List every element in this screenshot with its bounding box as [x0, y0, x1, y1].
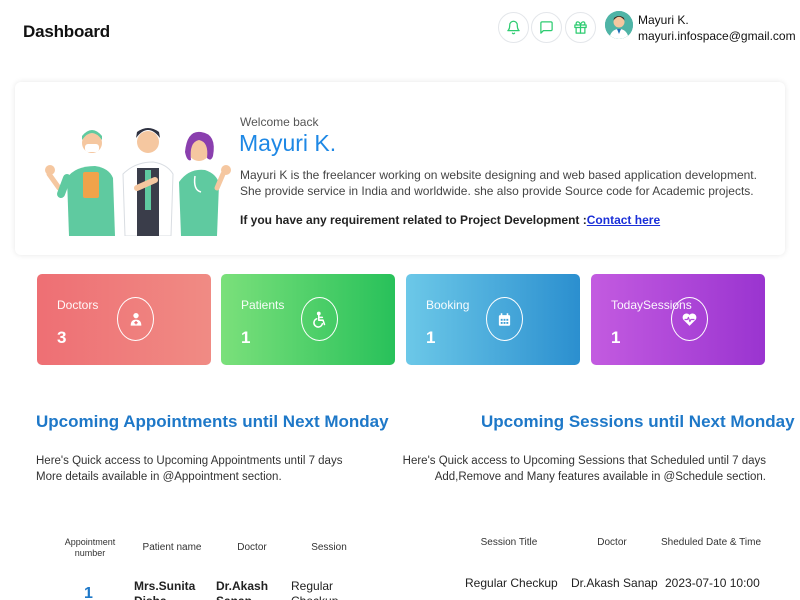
requirement-text: If you have any requirement related to P… [240, 213, 587, 227]
sessions-title: Upcoming Sessions until Next Monday [481, 412, 795, 431]
heart-pulse-icon [682, 312, 697, 326]
user-name: Mayuri K. [638, 13, 689, 27]
messages-button[interactable] [531, 12, 562, 43]
column-header-session-title: Session Title [480, 537, 538, 548]
welcome-greeting: Welcome back [240, 115, 319, 129]
stat-card-doctors[interactable]: Doctors 3 [37, 274, 211, 365]
gifts-button[interactable] [565, 12, 596, 43]
sessions-desc-line: Here's Quick access to Upcoming Sessions… [402, 455, 766, 467]
user-email: mayuri.infospace@gmail.com [638, 29, 796, 43]
appointments-title: Upcoming Appointments until Next Monday [36, 412, 389, 431]
welcome-description: Mayuri K is the freelancer working on we… [240, 168, 757, 198]
wheelchair-icon [313, 311, 326, 328]
column-header-patient-name: Patient name [142, 542, 202, 553]
notifications-button[interactable] [498, 12, 529, 43]
stat-icon-circle [301, 297, 338, 341]
appointments-description: Here's Quick access to Upcoming Appointm… [36, 453, 342, 485]
sessions-description: Here's Quick access to Upcoming Sessions… [403, 453, 766, 485]
stat-label: Doctors [57, 298, 99, 312]
patient-name: Mrs.Sunita Disha [134, 579, 196, 600]
stat-value: 3 [57, 328, 67, 347]
column-header-appointment-number: Appointment number [64, 537, 116, 558]
sessions-desc-line: Add,Remove and Many features available i… [434, 471, 766, 483]
column-header-scheduled-date: Sheduled Date & Time [660, 537, 762, 548]
stat-label: Patients [241, 298, 285, 312]
stat-label: Booking [426, 298, 470, 312]
column-header-session: Session [311, 542, 347, 553]
doctor-name: Dr.Akash Sanap [216, 579, 269, 600]
stat-icon-circle [117, 297, 154, 341]
stat-card-booking[interactable]: Booking 1 [406, 274, 580, 365]
stat-value: 1 [611, 328, 621, 347]
calendar-icon [498, 312, 511, 326]
doctor-icon [130, 313, 141, 326]
doctor-avatar-icon [605, 11, 633, 39]
chat-icon [540, 21, 553, 34]
welcome-card: Welcome back Mayuri K. Mayuri K is the f… [15, 82, 785, 255]
session-datetime: 2023-07-10 10:00 [665, 576, 760, 590]
medical-team-illustration [45, 128, 231, 236]
appointments-desc-line: More details available in @Appointment s… [36, 471, 282, 483]
page-title: Dashboard [23, 22, 110, 41]
user-avatar[interactable] [605, 11, 633, 39]
gift-icon [574, 21, 587, 34]
stat-value: 1 [426, 328, 436, 347]
stat-icon-circle [671, 297, 708, 341]
contact-link[interactable]: Contact here [587, 213, 660, 227]
stat-card-patients[interactable]: Patients 1 [221, 274, 395, 365]
stat-icon-circle [486, 297, 523, 341]
column-header-doctor: Doctor [597, 537, 627, 548]
requirement-line: If you have any requirement related to P… [240, 213, 660, 227]
stat-value: 1 [241, 328, 251, 347]
column-header-doctor: Doctor [237, 542, 267, 553]
session-name: Regular Checkup [291, 579, 338, 600]
session-doctor: Dr.Akash Sanap [571, 576, 658, 590]
session-title: Regular Checkup [465, 576, 558, 590]
top-bar: Dashboard Mayuri K. mayuri.infospace@gma… [0, 0, 800, 64]
appointment-number: 1 [84, 585, 93, 600]
stat-card-today-sessions[interactable]: TodaySessions 1 [591, 274, 765, 365]
appointments-desc-line: Here's Quick access to Upcoming Appointm… [36, 455, 343, 467]
bell-icon [507, 20, 520, 35]
welcome-name: Mayuri K. [239, 130, 337, 156]
